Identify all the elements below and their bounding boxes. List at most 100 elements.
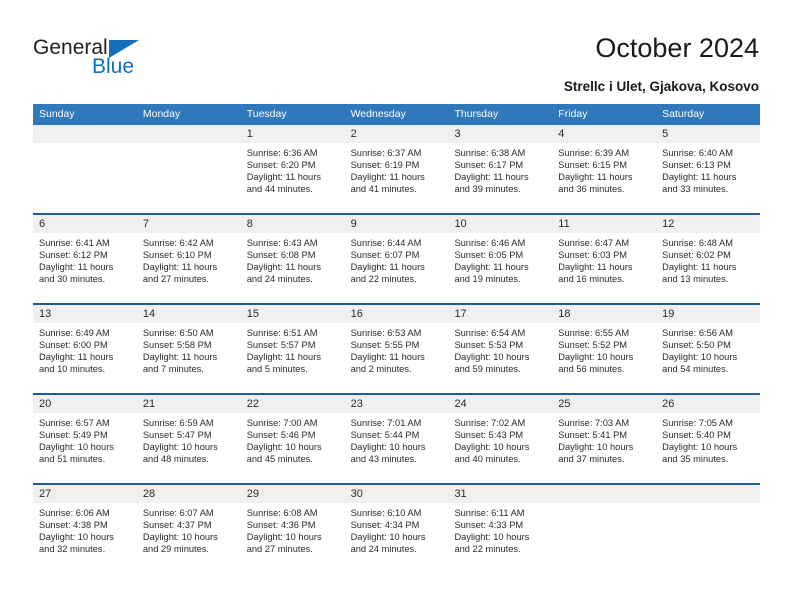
daylight-text: Daylight: 10 hours [558,442,634,453]
daylight-text: Daylight: 10 hours [662,352,738,363]
day-cell[interactable]: Sunrise: 7:02 AM Sunset: 5:43 PM Daylight:… [448,413,552,483]
page-title: October 2024 [595,33,759,63]
dow-tuesday: Tuesday [246,108,287,120]
day-cell[interactable]: Sunrise: 7:03 AM Sunset: 5:41 PM Daylight:… [552,413,656,483]
daylight-text: Daylight: 11 hours [558,262,633,273]
day-cell[interactable]: Sunrise: 6:43 AM Sunset: 6:08 PM Daylight:… [241,233,345,303]
daylight-text-cont: and 36 minutes. [558,184,625,195]
day-number[interactable]: 4 [552,125,656,143]
day-cell[interactable]: Sunrise: 7:01 AM Sunset: 5:44 PM Daylight:… [345,413,449,483]
day-number[interactable]: 28 [137,485,241,503]
daylight-text-cont: and 48 minutes. [142,454,210,465]
day-cell[interactable]: Sunrise: 6:49 AM Sunset: 6:00 PM Daylight:… [33,323,137,393]
day-number[interactable]: 15 [241,305,345,323]
calendar-grid: Sunday Monday Tuesday Wednesday Thursday… [33,104,760,573]
sunset-text: Sunset: 4:37 PM [142,520,212,531]
day-cell[interactable]: Sunrise: 6:51 AM Sunset: 5:57 PM Daylight:… [241,323,345,393]
day-cell[interactable]: Sunrise: 6:38 AM Sunset: 6:17 PM Daylight:… [448,143,552,213]
daylight-text: Daylight: 10 hours [142,532,218,543]
day-number[interactable]: 10 [448,215,552,233]
daylight-text-cont: and 45 minutes. [246,454,313,465]
day-number[interactable]: 29 [241,485,345,503]
day-number[interactable]: 23 [345,395,449,413]
sunrise-text: Sunrise: 7:02 AM [454,418,526,428]
day-number[interactable]: 5 [656,125,760,143]
day-number[interactable]: 1 [241,125,345,143]
day-number[interactable]: 2 [345,125,449,143]
day-cell[interactable]: Sunrise: 6:06 AM Sunset: 4:38 PM Daylight:… [33,503,137,573]
day-cell[interactable]: Sunrise: 6:37 AM Sunset: 6:19 PM Daylight:… [345,143,449,213]
sunrise-text: Sunrise: 6:56 AM [662,328,733,338]
day-number[interactable]: 6 [33,215,137,233]
day-number[interactable]: 25 [552,395,656,413]
day-cell-empty [552,503,656,573]
logo-text-blue: Blue [92,55,135,78]
day-number[interactable]: 14 [137,305,241,323]
day-number-empty [33,125,137,143]
calendar-week-row: 27 28 29 30 31 Sunrise: 6:06 AM Sunset: 4:38 P… [33,483,760,573]
day-number[interactable]: 3 [448,125,552,143]
daylight-text-cont: and 13 minutes. [662,274,729,285]
day-number[interactable]: 19 [656,305,760,323]
daylight-text-cont: and 43 minutes. [350,454,417,465]
day-number[interactable]: 30 [345,485,449,503]
day-cell[interactable]: Sunrise: 6:40 AM Sunset: 6:13 PM Daylight:… [656,143,760,213]
day-number[interactable]: 18 [552,305,656,323]
daylight-text: Daylight: 10 hours [246,442,322,453]
day-cell[interactable]: Sunrise: 7:00 AM Sunset: 5:46 PM Daylight:… [241,413,345,483]
daylight-text: Daylight: 10 hours [246,532,322,543]
daylight-text: Daylight: 11 hours [662,262,737,273]
daylight-text-cont: and 5 minutes. [246,364,308,375]
day-cell[interactable]: Sunrise: 6:59 AM Sunset: 5:47 PM Daylight:… [137,413,241,483]
day-cell[interactable]: Sunrise: 6:50 AM Sunset: 5:58 PM Daylight:… [137,323,241,393]
daylight-text-cont: and 2 minutes. [350,364,412,375]
day-cell[interactable]: Sunrise: 6:41 AM Sunset: 6:12 PM Daylight:… [33,233,137,303]
sunset-text: Sunset: 6:07 PM [350,250,420,261]
general-blue-logo[interactable]: General Blue [33,36,213,88]
day-cell[interactable]: Sunrise: 6:11 AM Sunset: 4:33 PM Daylight:… [448,503,552,573]
day-cell[interactable]: Sunrise: 6:36 AM Sunset: 6:20 PM Daylight:… [241,143,345,213]
day-number[interactable]: 12 [656,215,760,233]
day-number[interactable]: 26 [656,395,760,413]
week-day-numbers: 6 7 8 9 10 11 12 [33,215,760,233]
day-cell[interactable]: Sunrise: 6:55 AM Sunset: 5:52 PM Daylight:… [552,323,656,393]
day-number[interactable]: 24 [448,395,552,413]
day-cell[interactable]: Sunrise: 6:46 AM Sunset: 6:05 PM Daylight:… [448,233,552,303]
day-cell[interactable]: Sunrise: 6:56 AM Sunset: 5:50 PM Daylight:… [656,323,760,393]
day-cell[interactable]: Sunrise: 6:39 AM Sunset: 6:15 PM Daylight:… [552,143,656,213]
sunrise-text: Sunrise: 7:01 AM [350,418,422,428]
day-number[interactable]: 21 [137,395,241,413]
day-cell[interactable]: Sunrise: 6:08 AM Sunset: 4:36 PM Daylight:… [241,503,345,573]
daylight-text-cont: and 10 minutes. [39,364,106,375]
daylight-text-cont: and 7 minutes. [142,364,204,375]
day-number[interactable]: 8 [241,215,345,233]
day-number[interactable]: 17 [448,305,552,323]
daylight-text-cont: and 41 minutes. [350,184,417,195]
day-number[interactable]: 22 [241,395,345,413]
day-number[interactable]: 16 [345,305,449,323]
day-number[interactable]: 11 [552,215,656,233]
day-number[interactable]: 31 [448,485,552,503]
day-cell[interactable]: Sunrise: 6:10 AM Sunset: 4:34 PM Daylight:… [345,503,449,573]
day-cell[interactable]: Sunrise: 6:47 AM Sunset: 6:03 PM Daylight:… [552,233,656,303]
day-number[interactable]: 13 [33,305,137,323]
day-cell[interactable]: Sunrise: 6:53 AM Sunset: 5:55 PM Daylight:… [345,323,449,393]
day-cell[interactable]: Sunrise: 7:05 AM Sunset: 5:40 PM Daylight:… [656,413,760,483]
day-cell[interactable]: Sunrise: 6:07 AM Sunset: 4:37 PM Daylight:… [137,503,241,573]
sunrise-text: Sunrise: 6:46 AM [454,238,526,248]
day-number[interactable]: 7 [137,215,241,233]
day-cell[interactable]: Sunrise: 6:54 AM Sunset: 5:53 PM Daylight:… [448,323,552,393]
daylight-text: Daylight: 11 hours [246,352,321,363]
day-cell[interactable]: Sunrise: 6:48 AM Sunset: 6:02 PM Daylight:… [656,233,760,303]
day-cell[interactable]: Sunrise: 6:57 AM Sunset: 5:49 PM Daylight:… [33,413,137,483]
sunrise-text: Sunrise: 7:00 AM [246,418,318,428]
day-number[interactable]: 27 [33,485,137,503]
sunrise-text: Sunrise: 6:41 AM [39,238,110,248]
day-cell[interactable]: Sunrise: 6:42 AM Sunset: 6:10 PM Daylight:… [137,233,241,303]
sunset-text: Sunset: 6:20 PM [246,160,316,171]
week-day-details: Sunrise: 6:49 AM Sunset: 6:00 PM Daylight:… [33,323,760,393]
sunrise-text: Sunrise: 6:07 AM [142,508,214,518]
day-number[interactable]: 9 [345,215,449,233]
day-cell[interactable]: Sunrise: 6:44 AM Sunset: 6:07 PM Daylight:… [345,233,449,303]
day-number[interactable]: 20 [33,395,137,413]
